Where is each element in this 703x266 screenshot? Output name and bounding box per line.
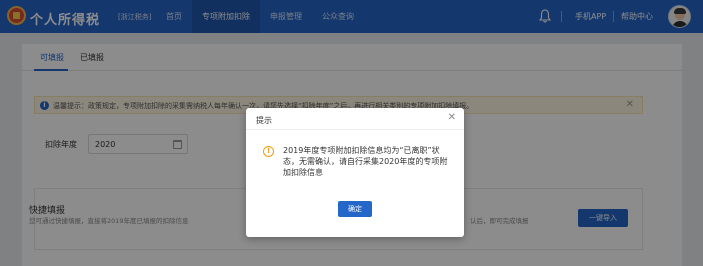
- close-icon[interactable]: ✕: [448, 112, 456, 123]
- prompt-dialog: 提示 ✕ ! 2019年度专项附加扣除信息均为“已离职”状态，无需确认，请自行采…: [246, 108, 464, 237]
- dialog-title: 提示: [256, 116, 272, 125]
- warning-icon: !: [263, 146, 274, 157]
- dialog-message: 2019年度专项附加扣除信息均为“已离职”状态，无需确认，请自行采集2020年度…: [283, 146, 448, 177]
- confirm-button[interactable]: 确定: [338, 201, 372, 217]
- dialog-header: 提示 ✕: [246, 108, 464, 130]
